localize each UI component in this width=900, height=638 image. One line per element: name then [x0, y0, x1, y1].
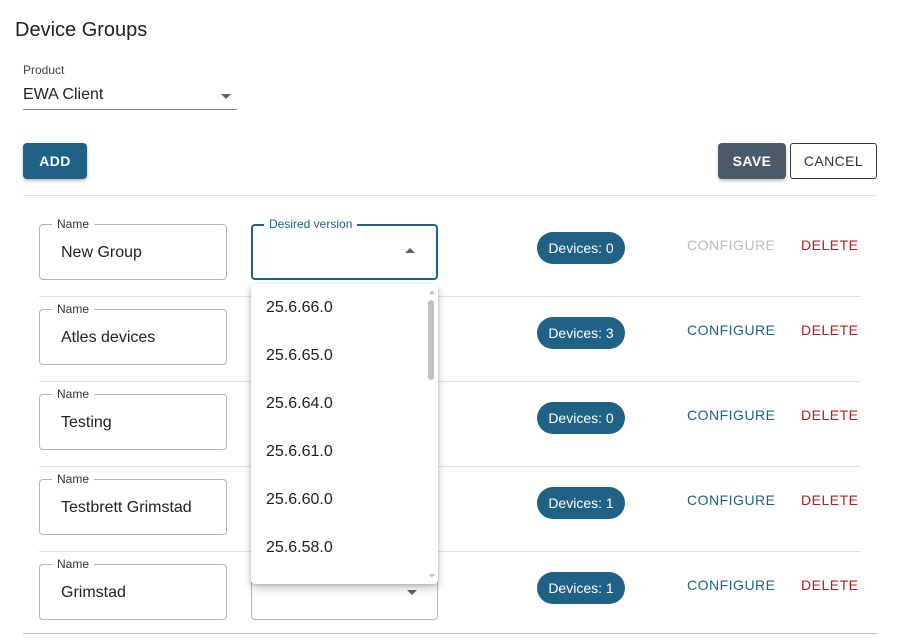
group-row: Name Testing Devices: 0 CONFIGURE DELETE	[39, 382, 861, 467]
scrollbar-thumb[interactable]	[428, 300, 434, 380]
container-bottom-border	[23, 633, 877, 634]
configure-button[interactable]: CONFIGURE	[687, 492, 776, 508]
version-option[interactable]: 25.6.60.0	[251, 476, 427, 524]
devices-count-badge: Devices: 0	[537, 402, 625, 434]
group-name-field[interactable]: Name Grimstad	[39, 557, 227, 620]
group-row: Name Testbrett Grimstad Devices: 1 CONFI…	[39, 467, 861, 552]
desired-version-label: Desired version	[264, 217, 358, 231]
name-field-label: Name	[52, 387, 95, 401]
group-name-value: Testbrett Grimstad	[61, 499, 192, 516]
caret-up-icon	[405, 248, 415, 253]
group-name-field[interactable]: Name Testbrett Grimstad	[39, 472, 227, 535]
dropdown-scrollbar[interactable]	[428, 288, 436, 580]
version-option[interactable]: 25.6.66.0	[251, 284, 427, 332]
caret-down-icon	[221, 94, 231, 99]
version-option[interactable]: 25.6.58.0	[251, 524, 427, 572]
group-name-field[interactable]: Name Testing	[39, 387, 227, 450]
group-row: Name Grimstad Devices: 1 CONFIGURE DELET…	[39, 552, 861, 637]
product-select-value: EWA Client	[23, 86, 104, 103]
devices-count-badge: Devices: 3	[537, 317, 625, 349]
group-name-field[interactable]: Name New Group	[39, 217, 227, 280]
add-button[interactable]: ADD	[23, 143, 87, 179]
scroll-up-arrow-icon[interactable]	[429, 290, 435, 294]
delete-button[interactable]: DELETE	[801, 407, 858, 423]
group-row: Name Atles devices Devices: 3 CONFIGURE …	[39, 297, 861, 382]
save-button[interactable]: SAVE	[718, 143, 786, 179]
group-name-value: Testing	[61, 414, 112, 431]
product-select[interactable]: EWA Client	[23, 82, 237, 110]
group-name-value: Atles devices	[61, 329, 156, 346]
caret-down-icon	[407, 590, 417, 595]
delete-button[interactable]: DELETE	[801, 577, 858, 593]
scroll-down-arrow-icon[interactable]	[429, 574, 435, 578]
configure-button[interactable]: CONFIGURE	[687, 237, 776, 253]
configure-button[interactable]: CONFIGURE	[687, 577, 776, 593]
cancel-button[interactable]: CANCEL	[790, 143, 877, 179]
devices-count-badge: Devices: 1	[537, 572, 625, 604]
name-field-label: Name	[52, 217, 95, 231]
delete-button[interactable]: DELETE	[801, 237, 858, 253]
group-name-value: Grimstad	[61, 584, 126, 601]
version-option[interactable]: 25.6.65.0	[251, 332, 427, 380]
product-select-label: Product	[23, 63, 65, 77]
configure-button[interactable]: CONFIGURE	[687, 322, 776, 338]
desired-version-select[interactable]: Desired version	[251, 217, 438, 280]
configure-button[interactable]: CONFIGURE	[687, 407, 776, 423]
devices-count-badge: Devices: 0	[537, 232, 625, 264]
group-name-value: New Group	[61, 244, 142, 261]
version-option[interactable]: 25.6.64.0	[251, 380, 427, 428]
devices-count-badge: Devices: 1	[537, 487, 625, 519]
version-dropdown-menu[interactable]: 25.6.66.0 25.6.65.0 25.6.64.0 25.6.61.0 …	[251, 284, 438, 584]
delete-button[interactable]: DELETE	[801, 492, 858, 508]
version-option[interactable]: 25.6.61.0	[251, 428, 427, 476]
name-field-label: Name	[52, 557, 95, 571]
delete-button[interactable]: DELETE	[801, 322, 858, 338]
name-field-label: Name	[52, 302, 95, 316]
page-title: Device Groups	[15, 19, 148, 41]
toolbar-divider	[23, 195, 877, 196]
group-row: Name New Group Desired version Devices: …	[39, 212, 861, 297]
name-field-label: Name	[52, 472, 95, 486]
group-name-field[interactable]: Name Atles devices	[39, 302, 227, 365]
